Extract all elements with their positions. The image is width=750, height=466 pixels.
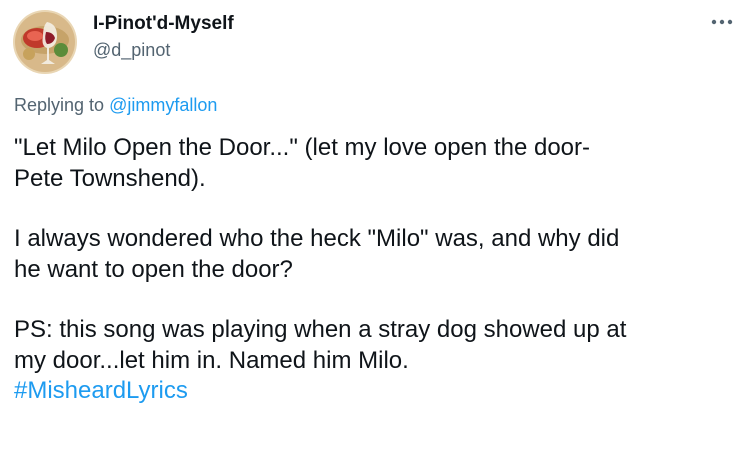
tweet-line: my door...let him in. Named him Milo. [14, 346, 409, 374]
tweet-paragraph: PS: this song was playing when a stray d… [14, 315, 739, 407]
tweet-line: "Let Milo Open the Door..." (let my love… [14, 134, 590, 161]
tweet-text: "Let Milo Open the Door..." (let my love… [14, 133, 739, 407]
wine-glass-avatar-icon [13, 10, 77, 74]
tweet-line: Pete Townshend). [14, 164, 206, 192]
tweet-paragraph: "Let Milo Open the Door..." (let my love… [14, 133, 739, 194]
avatar[interactable] [13, 10, 77, 74]
tweet-line: I always wondered who the heck "Milo" wa… [14, 225, 620, 252]
replying-to: Replying to @jimmyfallon [14, 93, 217, 117]
tweet-paragraph: I always wondered who the heck "Milo" wa… [14, 224, 739, 285]
user-handle[interactable]: @d_pinot [93, 38, 170, 62]
hashtag-link[interactable]: #MisheardLyrics [14, 376, 739, 407]
display-name[interactable]: I-Pinot'd-Myself [93, 12, 234, 36]
tweet-line: PS: this song was playing when a stray d… [14, 316, 627, 343]
more-dots-icon [711, 19, 733, 25]
more-options-button[interactable] [708, 10, 736, 34]
replying-to-label: Replying to [14, 95, 110, 115]
reply-mention-link[interactable]: @jimmyfallon [109, 95, 217, 115]
tweet-card: I-Pinot'd-Myself @d_pinot Replying to @j… [0, 0, 750, 466]
tweet-line: he want to open the door? [14, 255, 293, 283]
